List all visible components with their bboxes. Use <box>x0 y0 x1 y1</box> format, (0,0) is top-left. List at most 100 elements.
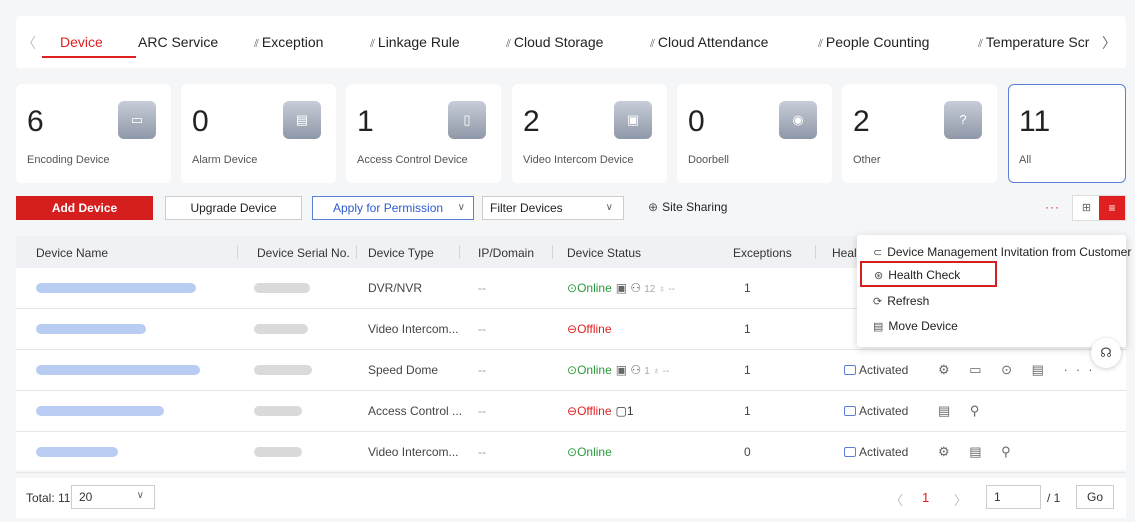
category-card-video-intercom[interactable]: 2 ▣ Video Intercom Device <box>512 84 667 183</box>
exceptions-count[interactable]: 0 <box>744 445 751 459</box>
category-card-encoding[interactable]: 6 ▭ Encoding Device <box>16 84 171 183</box>
chevron-left-icon[interactable]: 〈 <box>22 33 36 53</box>
menu-item-health-check[interactable]: ⊛ Health Check <box>860 261 997 287</box>
category-card-access-control[interactable]: 1 ▯ Access Control Device <box>346 84 501 183</box>
tab-linkage-rule[interactable]: ⫽ Linkage Rule <box>370 34 460 51</box>
device-status: ⊖Offline <box>567 322 612 336</box>
table-row[interactable]: Access Control ... -- ⊖Offline ▢1 1 Activ… <box>16 391 1126 432</box>
device-name-link[interactable] <box>36 365 200 375</box>
current-page[interactable]: 1 <box>922 490 929 505</box>
page-jump-input[interactable]: 1 <box>986 485 1041 509</box>
access-terminal-icon: ▯ <box>448 101 486 139</box>
column-header: Device Status <box>567 246 642 260</box>
add-device-button[interactable]: Add Device <box>16 196 153 220</box>
exceptions-count[interactable]: 1 <box>744 281 751 295</box>
device-type: Speed Dome <box>368 363 439 377</box>
chevron-down-icon: ∨ <box>136 490 144 501</box>
upgrade-device-button[interactable]: Upgrade Device <box>165 196 302 220</box>
ip-domain: -- <box>478 404 486 418</box>
tab-arc-service[interactable]: ARC Service <box>138 34 218 50</box>
device-serial <box>254 406 302 416</box>
offline-icon: ⊖ <box>567 322 578 336</box>
activated-icon <box>844 447 856 457</box>
category-count: 0 <box>688 105 705 138</box>
device-status: ⊙Online <box>567 445 612 459</box>
row-operations[interactable]: ⚙ ▭ ⊙ ▤ ··· <box>938 362 1101 378</box>
move-device-icon: ▤ <box>873 321 884 333</box>
device-serial <box>254 324 308 334</box>
category-card-doorbell[interactable]: 0 ◉ Doorbell <box>677 84 832 183</box>
device-name-link[interactable] <box>36 406 164 416</box>
question-icon: ? <box>944 101 982 139</box>
category-label: Access Control Device <box>357 154 468 166</box>
prev-page-icon[interactable]: 〈 <box>890 490 903 509</box>
row-operations[interactable]: ⚙ ▤ ⚲ <box>938 444 1019 460</box>
tab-device[interactable]: Device <box>60 34 103 50</box>
invitation-icon: ⊂ <box>873 247 883 259</box>
device-name-link[interactable] <box>36 447 118 457</box>
category-card-alarm[interactable]: 0 ▤ Alarm Device <box>181 84 336 183</box>
site-sharing-button[interactable]: ⊕ Site Sharing <box>648 200 727 214</box>
activated-icon <box>844 365 856 375</box>
next-page-icon[interactable]: 〉 <box>954 490 967 509</box>
tab-exception[interactable]: ⫽ Exception <box>254 34 323 51</box>
device-status: ⊙Online ▣ ⚇ 1 ♁ -- <box>567 363 670 377</box>
page-size-select[interactable]: 20 ∨ <box>71 485 155 509</box>
total-pages: / 1 <box>1047 491 1061 505</box>
channel-icons: ▣ ⚇ <box>615 281 642 295</box>
signal-icon: ⫽ <box>506 38 511 50</box>
category-label: Alarm Device <box>192 154 258 166</box>
column-divider <box>237 245 238 259</box>
menu-item-move-device[interactable]: ▤ Move Device <box>873 319 958 333</box>
signal-icon: ⫽ <box>650 38 655 50</box>
menu-item-invitation[interactable]: ⊂ Device Management Invitation from Custo… <box>873 245 1131 259</box>
apply-permission-dropdown[interactable]: Apply for Permission ∨ <box>312 196 474 220</box>
category-card-other[interactable]: 2 ? Other <box>842 84 997 183</box>
signal-icon: ⫽ <box>978 38 983 50</box>
online-icon: ⊙ <box>567 445 578 459</box>
go-button[interactable]: Go <box>1076 485 1114 509</box>
activation-status: Activated <box>844 445 908 459</box>
active-tab-underline <box>42 56 136 58</box>
device-name-link[interactable] <box>36 324 146 334</box>
device-serial <box>254 283 310 293</box>
chevron-right-icon[interactable]: 〉 <box>1102 33 1116 53</box>
tab-cloud-storage[interactable]: ⫽ Cloud Storage <box>506 34 603 51</box>
headset-icon[interactable]: ☊ <box>1091 338 1121 368</box>
tab-people-counting[interactable]: ⫽ People Counting <box>818 34 929 51</box>
online-icon: ⊙ <box>567 281 578 295</box>
filter-devices-dropdown[interactable]: Filter Devices ∨ <box>482 196 624 220</box>
device-name-link[interactable] <box>36 283 196 293</box>
activation-status: Activated <box>844 404 908 418</box>
category-card-all[interactable]: 11 All <box>1008 84 1126 183</box>
device-status: ⊙Online ▣ ⚇ 12 ♁ -- <box>567 281 676 295</box>
tab-cloud-attendance[interactable]: ⫽ Cloud Attendance <box>650 34 768 51</box>
category-count: 1 <box>357 105 374 138</box>
ip-domain: -- <box>478 281 486 295</box>
total-count: Total: 11 <box>26 491 71 505</box>
signal-icon: ⫽ <box>370 38 375 50</box>
category-label: Other <box>853 154 881 166</box>
device-type: DVR/NVR <box>368 281 423 295</box>
exceptions-count[interactable]: 1 <box>744 363 751 377</box>
column-divider <box>815 245 816 259</box>
health-check-icon: ⊛ <box>874 270 884 282</box>
exceptions-count[interactable]: 1 <box>744 404 751 418</box>
status-detail: 1 ♁ -- <box>644 366 670 377</box>
table-row[interactable]: Speed Dome -- ⊙Online ▣ ⚇ 1 ♁ -- 1 Activat… <box>16 350 1126 391</box>
column-header: IP/Domain <box>478 246 535 260</box>
exceptions-count[interactable]: 1 <box>744 322 751 336</box>
grid-view-icon[interactable]: ⊞ <box>1073 196 1100 220</box>
menu-item-refresh[interactable]: ⟳ Refresh <box>873 294 929 308</box>
column-divider <box>459 245 460 259</box>
list-view-icon[interactable]: ≡ <box>1099 196 1125 220</box>
device-status: ⊖Offline ▢1 <box>567 404 634 418</box>
share-icon: ⊕ <box>648 200 659 214</box>
row-operations[interactable]: ▤ ⚲ <box>938 403 987 419</box>
table-row[interactable]: Video Intercom... -- ⊙Online 0 Activated… <box>16 432 1126 473</box>
tab-temperature-screening[interactable]: ⫽ Temperature Scr <box>978 34 1089 51</box>
category-count: 6 <box>27 105 44 138</box>
device-serial <box>254 365 312 375</box>
more-actions-menu: ⊂ Device Management Invitation from Custo… <box>857 235 1131 347</box>
more-options-button[interactable]: ··· <box>1045 200 1060 214</box>
